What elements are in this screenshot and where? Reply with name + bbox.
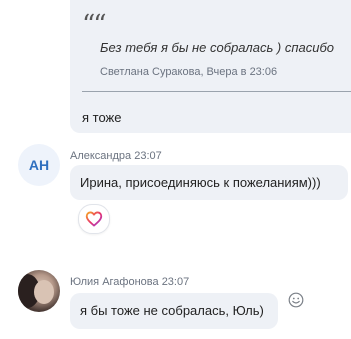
quoted-text: Без тебя я бы не собралась ) спасибо: [100, 40, 334, 55]
emoji-icon[interactable]: [288, 292, 304, 308]
avatar-face: [34, 280, 54, 304]
quote-divider: [82, 91, 351, 92]
message-bubble-with-quote[interactable]: ““ Без тебя я бы не собралась ) спасибо …: [70, 0, 351, 133]
avatar-initials: АН: [28, 157, 50, 173]
quote-icon: ““: [82, 10, 107, 40]
heart-icon: [85, 211, 103, 227]
sender-name[interactable]: Александра: [70, 150, 131, 162]
message-time: 23:07: [161, 276, 190, 288]
message-bubble[interactable]: я бы тоже не собралась, Юль): [70, 293, 278, 329]
message-bubble[interactable]: Ирина, присоединяюсь к пожеланиям))): [70, 165, 348, 200]
message-text: я бы тоже не собралась, Юль): [80, 303, 264, 318]
message-text: Ирина, присоединяюсь к пожеланиям))): [80, 175, 321, 190]
reaction-chip[interactable]: [78, 204, 110, 234]
sender-name[interactable]: Юлия Агафонова: [70, 276, 159, 288]
quoted-meta[interactable]: Светлана Суракова, Вчера в 23:06: [100, 66, 277, 78]
avatar[interactable]: АН: [18, 144, 60, 186]
avatar[interactable]: [18, 270, 60, 312]
message-header: Александра 23:07: [70, 150, 162, 162]
message-header: Юлия Агафонова 23:07: [70, 276, 189, 288]
reply-text: я тоже: [82, 110, 122, 125]
message-time: 23:07: [134, 150, 162, 162]
